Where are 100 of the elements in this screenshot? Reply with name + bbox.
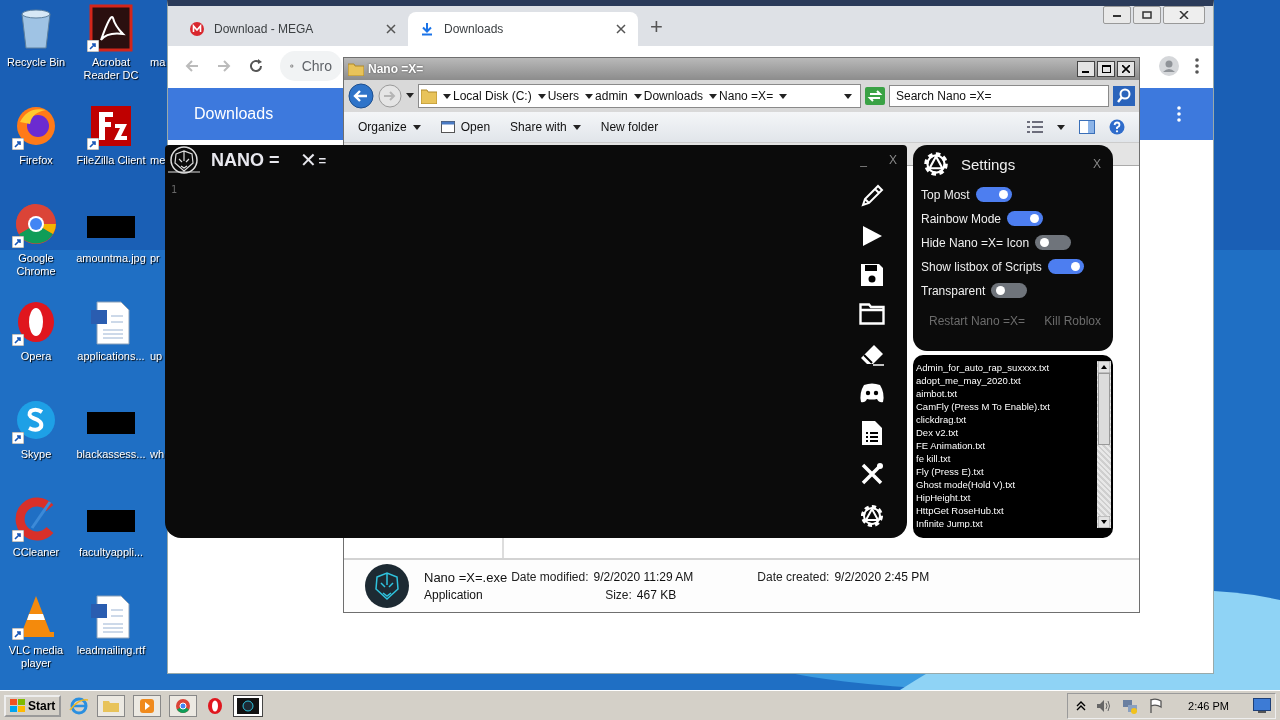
network-icon[interactable] — [1122, 697, 1139, 714]
list-item[interactable]: fe kill.txt — [916, 452, 1097, 465]
settings-icon[interactable] — [858, 502, 886, 530]
minimize-button[interactable] — [1103, 6, 1131, 24]
icon-label[interactable]: Skype — [20, 448, 52, 461]
new-tab-button[interactable]: + — [638, 14, 675, 44]
media-player-icon[interactable] — [133, 694, 162, 717]
icon-label[interactable]: Firefox — [19, 154, 53, 167]
scroll-thumb[interactable] — [1098, 373, 1110, 445]
caret-icon[interactable] — [709, 93, 718, 99]
icon-label[interactable]: ma — [150, 56, 166, 69]
search-button[interactable] — [1113, 86, 1135, 106]
icon-label[interactable]: up — [150, 350, 163, 363]
list-item[interactable]: FE Animation.txt — [916, 439, 1097, 452]
toolbar-button[interactable]: Open — [434, 120, 497, 134]
scrollbar[interactable] — [1097, 361, 1111, 528]
address-bar[interactable]: Chro — [280, 51, 342, 81]
list-item[interactable]: HipHeight.txt — [916, 491, 1097, 504]
icon-label[interactable]: Acrobat Reader DC — [74, 56, 148, 82]
menu-icon[interactable] — [1177, 106, 1181, 122]
play-icon[interactable] — [861, 225, 883, 248]
icon-label[interactable]: facultyappli... — [78, 546, 144, 559]
toggle-switch[interactable] — [1007, 211, 1044, 226]
list-item[interactable]: CamFly (Press M To Enable).txt — [916, 400, 1097, 413]
action-button[interactable]: Kill Roblox — [1044, 314, 1101, 328]
code-editor[interactable]: 1 — [165, 175, 847, 538]
icon-label[interactable]: pr — [150, 252, 160, 265]
close-button[interactable]: X — [1093, 157, 1101, 171]
toggle-switch[interactable] — [991, 283, 1028, 298]
icon-label[interactable]: VLC media player — [0, 644, 72, 670]
browser-tab[interactable]: Download - MEGA — [178, 12, 408, 46]
close-button[interactable]: X — [889, 153, 897, 167]
maximize-button[interactable] — [1097, 61, 1115, 77]
list-item[interactable]: Ghost mode(Hold V).txt — [916, 478, 1097, 491]
breadcrumb-item[interactable]: admin — [595, 89, 628, 103]
help-icon[interactable] — [1109, 119, 1125, 135]
back-button[interactable] — [348, 83, 374, 109]
scroll-down-arrow-icon[interactable] — [1098, 516, 1110, 528]
list-item[interactable]: Dex v2.txt — [916, 426, 1097, 439]
tools-icon[interactable] — [860, 461, 884, 486]
list-item[interactable]: adopt_me_may_2020.txt — [916, 374, 1097, 387]
close-button[interactable] — [1163, 6, 1205, 24]
search-field[interactable]: Search Nano =X= — [889, 85, 1109, 107]
reload-icon[interactable] — [248, 58, 264, 74]
caret-icon[interactable] — [406, 93, 414, 99]
toggle-switch[interactable] — [1047, 259, 1084, 274]
icon-label[interactable]: Google Chrome — [0, 252, 72, 278]
action-button[interactable]: Restart Nano =X= — [929, 314, 1026, 328]
close-icon[interactable] — [386, 24, 396, 34]
pencil-icon[interactable] — [859, 183, 885, 209]
icon-label[interactable]: applications... — [77, 350, 145, 363]
caret-icon[interactable] — [537, 93, 546, 99]
caret-icon[interactable] — [779, 93, 788, 99]
caret-icon[interactable] — [633, 93, 642, 99]
breadcrumb-item[interactable]: Local Disk (C:) — [453, 89, 532, 103]
toggle-switch[interactable] — [1035, 235, 1072, 250]
breadcrumb-item[interactable]: Users — [547, 89, 580, 103]
gamepad-icon[interactable] — [858, 381, 886, 404]
list-item[interactable]: Fly (Press E).txt — [916, 465, 1097, 478]
app-icon[interactable] — [87, 4, 135, 52]
list-item[interactable]: HttpGet RoseHub.txt — [916, 504, 1097, 517]
icon-label[interactable]: FileZilla Client — [76, 154, 146, 167]
view-options-icon[interactable] — [1027, 121, 1043, 133]
icon-label[interactable]: amountma.jpg — [76, 252, 146, 265]
minimize-button[interactable] — [1077, 61, 1095, 77]
caret-icon[interactable] — [443, 93, 451, 99]
document-icon[interactable] — [861, 419, 883, 446]
caret-icon[interactable] — [844, 93, 852, 99]
browser-tab[interactable]: Downloads — [408, 12, 638, 46]
list-item[interactable]: Admin_for_auto_rap_suxxxx.txt — [916, 361, 1097, 374]
address-bar[interactable]: Local Disk (C:) Users admin Downloads Nano =X= — [418, 84, 861, 108]
flag-icon[interactable] — [1148, 697, 1165, 714]
toolbar-button[interactable]: Share with — [504, 120, 587, 134]
breadcrumb-item[interactable]: Nano =X= — [719, 89, 774, 103]
caret-icon[interactable] — [1057, 124, 1065, 130]
breadcrumb-item[interactable]: Downloads — [643, 89, 704, 103]
toggle-switch[interactable] — [975, 187, 1012, 202]
close-icon[interactable] — [616, 24, 626, 34]
icon-label[interactable]: blackassess... — [76, 448, 146, 461]
show-desktop-icon[interactable] — [1253, 697, 1271, 714]
icon-label[interactable]: Recycle Bin — [6, 56, 66, 69]
icon-label[interactable]: me — [150, 154, 166, 167]
speaker-icon[interactable] — [1096, 698, 1113, 713]
scroll-up-arrow-icon[interactable] — [1098, 361, 1110, 373]
refresh-button[interactable] — [865, 87, 885, 105]
toolbar-button[interactable]: New folder — [594, 120, 665, 134]
menu-icon[interactable] — [1195, 58, 1199, 74]
caret-icon[interactable] — [585, 93, 594, 99]
start-button[interactable]: Start — [4, 694, 62, 717]
profile-icon[interactable] — [1159, 56, 1179, 76]
app-icon[interactable] — [233, 694, 264, 717]
minimize-button[interactable]: _ — [860, 153, 867, 167]
list-item[interactable]: aimbot.txt — [916, 387, 1097, 400]
chevron-up-icon[interactable] — [1076, 700, 1087, 711]
icon-label[interactable]: Opera — [20, 350, 52, 363]
icon-label[interactable]: CCleaner — [12, 546, 60, 559]
icon-label[interactable]: leadmailing.rtf — [76, 644, 146, 657]
icon-label[interactable]: wh — [150, 448, 165, 461]
clock[interactable]: 2:46 PM — [1188, 699, 1229, 712]
toolbar-button[interactable]: Organize — [352, 120, 427, 134]
